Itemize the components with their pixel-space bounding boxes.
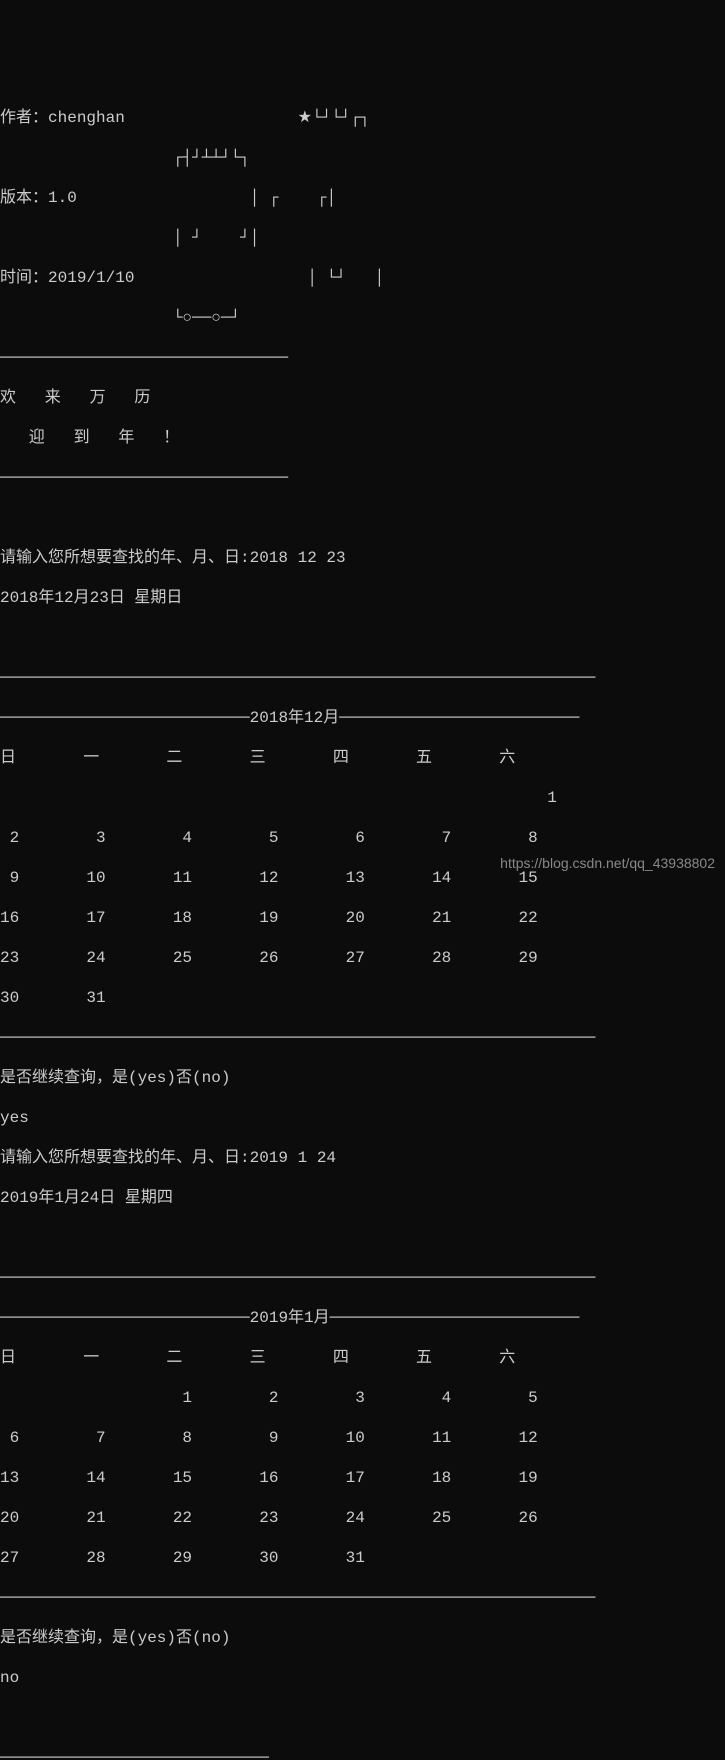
version-label: 版本： [0,189,48,207]
continue-prompt: 是否继续查询，是(yes)否(no) [0,1068,725,1088]
calendar-row: 2 3 4 5 6 7 8 [0,828,725,848]
header-line: 时间：2019/1/10 │ └┘ │ [0,268,725,288]
calendar-header: ──────────────────────────2019年1月───────… [0,1308,725,1328]
watermark-url: https://blog.csdn.net/qq_43938802 [500,855,715,873]
exit-divider: ──────────────────────────── [0,1748,725,1760]
time-label: 时间： [0,269,48,287]
divider: ────────────────────────────── [0,348,725,368]
blank-line [0,508,725,528]
calendar-row: 1 2 3 4 5 [0,1388,725,1408]
date-result: 2019年1月24日 星期四 [0,1188,725,1208]
blank-line [0,628,725,648]
terminal-output: 作者：chenghan ★└┘└┘┌┐ ┌┤┘┴┴┘└┐ 版本：1.0 │ ┌ … [0,80,725,1760]
calendar-divider: ────────────────────────────────────────… [0,668,725,688]
ascii-art-line: └○──○─┘ [0,308,725,328]
ascii-art-line: │ ┘ ┘│ [0,228,725,248]
header-line: 作者：chenghan ★└┘└┘┌┐ [0,108,725,128]
welcome-text: 欢 来 万 历 [0,388,725,408]
weekday-header: 日 一 二 三 四 五 六 [0,1348,725,1368]
weekday-header: 日 一 二 三 四 五 六 [0,748,725,768]
calendar-row: 13 14 15 16 17 18 19 [0,1468,725,1488]
calendar-row: 23 24 25 26 27 28 29 [0,948,725,968]
user-input: no [0,1668,725,1688]
blank-line [0,1708,725,1728]
input-prompt: 请输入您所想要查找的年、月、日:2018 12 23 [0,548,725,568]
ascii-art: │ ┌ ┌│ [77,189,423,207]
blank-line [0,1228,725,1248]
calendar-divider: ────────────────────────────────────────… [0,1028,725,1048]
calendar-row: 30 31 [0,988,725,1008]
welcome-text: 迎 到 年 ！ [0,428,725,448]
calendar-row: 20 21 22 23 24 25 26 [0,1508,725,1528]
calendar-row: 16 17 18 19 20 21 22 [0,908,725,928]
version-value: 1.0 [48,189,77,207]
date-result: 2018年12月23日 星期日 [0,588,725,608]
author-value: chenghan [48,109,125,127]
time-value: 2019/1/10 [48,269,134,287]
author-label: 作者： [0,109,48,127]
calendar-row: 27 28 29 30 31 [0,1548,725,1568]
calendar-header: ──────────────────────────2018年12月──────… [0,708,725,728]
calendar-divider: ────────────────────────────────────────… [0,1588,725,1608]
ascii-art-line: ┌┤┘┴┴┘└┐ [0,148,725,168]
header-line: 版本：1.0 │ ┌ ┌│ [0,188,725,208]
user-input: yes [0,1108,725,1128]
divider: ────────────────────────────── [0,468,725,488]
calendar-divider: ────────────────────────────────────────… [0,1268,725,1288]
calendar-row: 1 [0,788,725,808]
ascii-art: │ └┘ │ [134,269,470,287]
ascii-art: ★└┘└┘┌┐ [125,109,456,127]
calendar-row: 6 7 8 9 10 11 12 [0,1428,725,1448]
input-prompt: 请输入您所想要查找的年、月、日:2019 1 24 [0,1148,725,1168]
continue-prompt: 是否继续查询，是(yes)否(no) [0,1628,725,1648]
